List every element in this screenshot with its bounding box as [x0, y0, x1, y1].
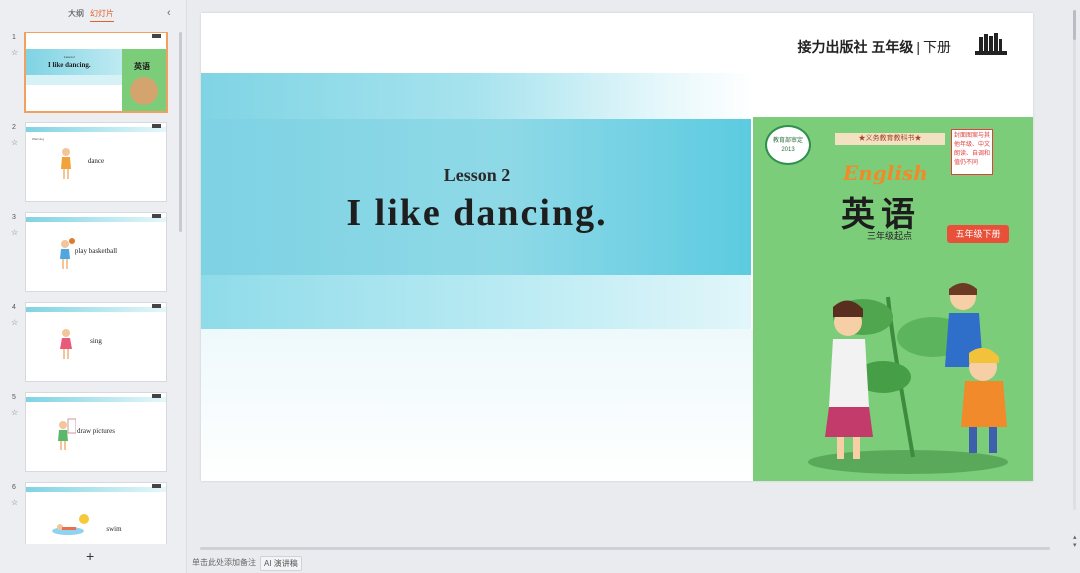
- thumb-band: [26, 397, 166, 402]
- thumb-label: sing: [90, 337, 102, 345]
- slide-row-2: 2 ☆ Warming dance: [0, 122, 178, 206]
- slide-thumbnail-list: 1 ☆ Lesson 2 I like dancing. 英语 2 ☆ Warm…: [0, 32, 178, 544]
- slide-thumbnail-1[interactable]: Lesson 2 I like dancing. 英语: [24, 32, 168, 113]
- slide-thumbnail-5[interactable]: draw pictures: [25, 392, 167, 472]
- slide-row-4: 4 ☆ sing: [0, 302, 178, 386]
- star-icon[interactable]: ☆: [11, 498, 18, 507]
- slide-number: 3: [12, 214, 16, 221]
- cover-start: 三年级起点: [867, 231, 913, 241]
- publisher-header: 接力出版社 五年级 | 下册: [797, 37, 951, 57]
- star-icon[interactable]: ☆: [11, 318, 18, 327]
- slide-thumbnail-2[interactable]: Warming dance: [25, 122, 167, 202]
- cover-badge-text: 教育部审定 2013: [772, 138, 803, 153]
- books-logo-icon: [975, 33, 1007, 55]
- slide-row-5: 5 ☆ draw pictures: [0, 392, 178, 476]
- thumb-label: swim: [106, 525, 122, 533]
- thumb-label: play basketball: [74, 247, 118, 255]
- header-separator: |: [916, 39, 920, 55]
- thumb-cover: 英语: [122, 49, 166, 111]
- slide-title: I like dancing.: [346, 192, 608, 234]
- thumb-band-bottom: [26, 75, 122, 85]
- volume-label: 下册: [923, 39, 951, 55]
- thumb-title: I like dancing.: [48, 61, 91, 69]
- publisher-name: 接力出版社 五年级: [797, 39, 914, 55]
- thumb-cover-figures: [130, 77, 158, 105]
- slide-thumbnail-3[interactable]: play basketball: [25, 212, 167, 292]
- slide-number: 2: [12, 124, 16, 131]
- cover-badge: 教育部审定 2013: [765, 125, 811, 165]
- thumb-band: [26, 487, 166, 492]
- tab-outline[interactable]: 大纲: [68, 8, 84, 19]
- thumb-band: [26, 217, 166, 222]
- slide-number: 4: [12, 304, 16, 311]
- thumb-logo: [152, 484, 161, 488]
- thumb-logo: [152, 304, 161, 308]
- slides-panel: 大纲 幻灯片 ‹ 1 ☆ Lesson 2 I like dancing. 英语…: [0, 0, 187, 573]
- slide-number: 5: [12, 394, 16, 401]
- scroll-arrows-icon[interactable]: ▴ ▾: [1073, 534, 1077, 550]
- star-icon[interactable]: ☆: [11, 138, 18, 147]
- thumb-logo: [152, 34, 161, 38]
- ai-script-button[interactable]: AI 演讲稿: [260, 556, 302, 571]
- slide-number: 6: [12, 484, 16, 491]
- thumb-tag: Warming: [32, 137, 44, 141]
- thumb-band: [26, 127, 166, 132]
- slide-thumbnail-6[interactable]: swim: [25, 482, 167, 544]
- slide-canvas[interactable]: 接力出版社 五年级 | 下册 Lesson 2 I like dancing. 教育…: [201, 13, 1033, 481]
- cover-series: ★义务教育教科书★: [835, 133, 945, 145]
- thumb-label: draw pictures: [77, 427, 115, 435]
- horizontal-scrollbar[interactable]: [200, 547, 1050, 550]
- slide-row-1: 1 ☆ Lesson 2 I like dancing. 英语: [0, 32, 178, 116]
- vertical-scrollbar-thumb[interactable]: [1073, 10, 1076, 40]
- star-icon[interactable]: ☆: [11, 408, 18, 417]
- decor-band-top: [201, 73, 753, 119]
- vertical-scrollbar-track[interactable]: [1073, 10, 1076, 510]
- collapse-panel-icon[interactable]: ‹: [167, 7, 171, 19]
- add-slide-button[interactable]: +: [86, 548, 94, 564]
- lesson-label: Lesson 2: [443, 165, 511, 185]
- thumb-lesson: Lesson 2: [64, 55, 75, 59]
- thumb-logo: [152, 214, 161, 218]
- cover-children-illustration: [808, 283, 1008, 474]
- panel-tabs: 大纲 幻灯片: [0, 8, 186, 24]
- thumbnail-scrollbar[interactable]: [179, 32, 182, 232]
- thumb-logo: [152, 124, 161, 128]
- slide-number: 1: [12, 34, 16, 41]
- slide-row-3: 3 ☆ play basketball: [0, 212, 178, 296]
- thumb-label: dance: [87, 157, 105, 165]
- add-notes-field[interactable]: 单击此处添加备注: [192, 557, 256, 568]
- decor-band-bottom: [201, 275, 751, 329]
- star-icon[interactable]: ☆: [11, 228, 18, 237]
- decor-fade: [201, 329, 753, 481]
- textbook-cover-image: 教育部审定 2013 ★义务教育教科书★ 封面图案与其他年级、中文朗读、自调和值…: [753, 117, 1033, 481]
- tab-slides[interactable]: 幻灯片: [90, 8, 114, 22]
- slide-row-6: 6 ☆ swim: [0, 482, 178, 544]
- slide-thumbnail-4[interactable]: sing: [25, 302, 167, 382]
- star-icon[interactable]: ☆: [11, 48, 18, 57]
- cover-grade: 五年级下册: [947, 225, 1009, 243]
- thumb-logo: [152, 394, 161, 398]
- cover-note: 封面图案与其他年级、中文朗读、自调和值仍不同: [951, 129, 993, 175]
- thumb-band: [26, 307, 166, 312]
- cover-english: English: [843, 161, 928, 185]
- thumb-cover-title: 英语: [134, 62, 150, 71]
